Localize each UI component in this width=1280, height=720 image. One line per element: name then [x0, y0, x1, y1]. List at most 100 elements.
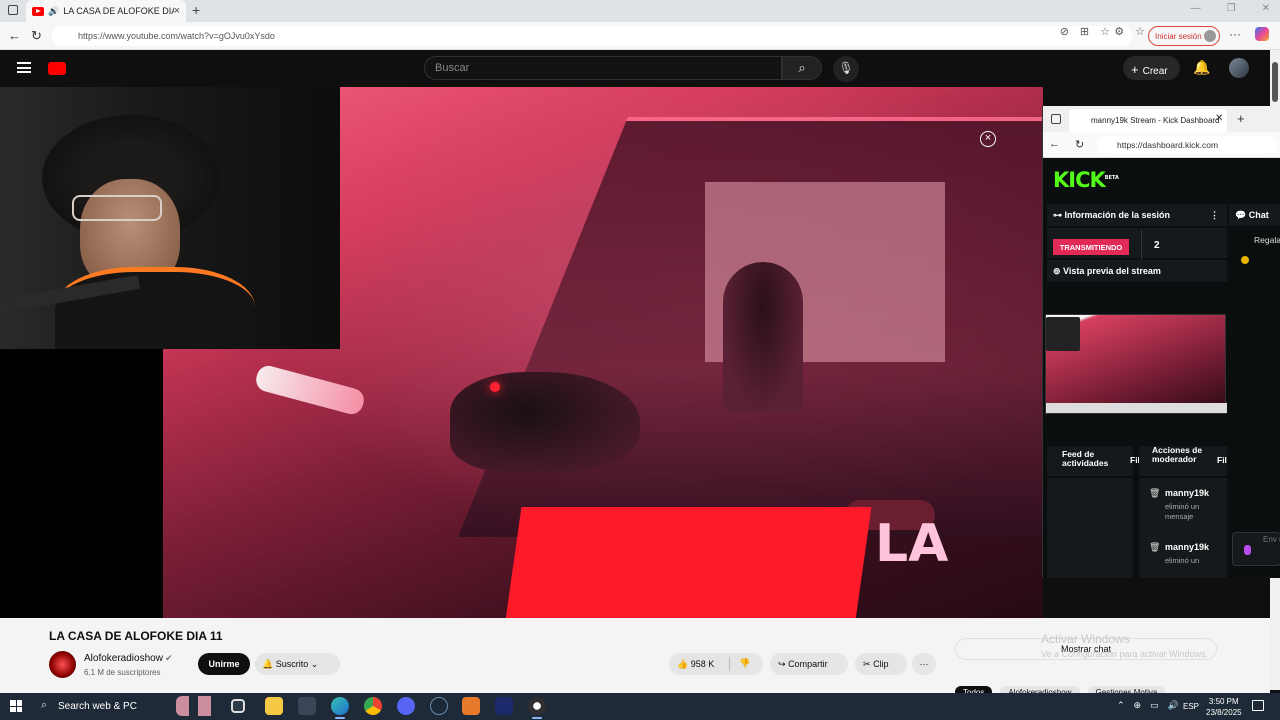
session-info-icon: ⊶ — [1053, 210, 1065, 220]
file-explorer-icon[interactable] — [265, 697, 283, 715]
kick-tab-close-icon[interactable]: ✕ — [1215, 113, 1223, 124]
new-tab-button[interactable]: + — [192, 2, 200, 18]
read-aloud-icon[interactable]: ⊞ — [1080, 25, 1089, 38]
webcam-glasses — [72, 195, 162, 221]
subscribed-label: Suscrito — [275, 659, 309, 669]
channel-name-row[interactable]: Alofokeradioshow ✔ — [84, 653, 172, 664]
tray-app-icon[interactable]: ⊕ — [1134, 700, 1142, 711]
overlay-close-icon[interactable]: × — [980, 131, 996, 147]
tab-actions-icon[interactable] — [1051, 114, 1061, 124]
mod-entry-action: eliminó un mensaje — [1165, 502, 1200, 521]
copilot-icon[interactable] — [1255, 27, 1269, 41]
edge-icon[interactable] — [331, 697, 349, 719]
gift-subs-text: Regala suscri para t posici — [1254, 235, 1280, 245]
browser-menu-icon[interactable]: ··· — [1229, 27, 1241, 41]
chat-body — [1229, 228, 1280, 528]
moderator-filter-button[interactable]: Fil — [1217, 456, 1227, 465]
favorite-star-icon[interactable]: ☆ — [1100, 25, 1110, 38]
chat-mic-icon[interactable] — [1244, 545, 1251, 555]
tray-chevron-up-icon[interactable]: ⌃ — [1117, 700, 1125, 711]
preview-icon: ⊚ — [1053, 266, 1064, 276]
windows-taskbar: ⌕ Search web & PC ⌃ ⊕ ▭ 🔊 ESP 3:50 PM 23… — [0, 693, 1280, 720]
create-label: Crear — [1142, 66, 1168, 77]
kick-beta-badge: BETA — [1104, 175, 1119, 181]
clip-button[interactable]: ✂ Clip — [855, 653, 907, 675]
youtube-favicon-icon — [32, 6, 44, 16]
mod-entry-user[interactable]: manny19k — [1149, 542, 1227, 552]
share-button[interactable]: ↪ Compartir — [770, 653, 848, 675]
tab-youtube[interactable]: 🔊 LA CASA DE ALOFOKE DIA 1 × — [26, 0, 186, 22]
discord-icon[interactable] — [397, 697, 415, 715]
channel-name[interactable]: Alofokeradioshow — [84, 653, 163, 664]
close-window-icon[interactable]: ✕ — [1262, 3, 1270, 14]
app-icon[interactable] — [495, 697, 513, 715]
session-info-header: ⊶ Información de la sesión ⋮ — [1047, 204, 1227, 226]
taskbar-clock[interactable]: 3:50 PM 23/8/2025 — [1206, 696, 1242, 718]
menu-icon[interactable] — [17, 62, 31, 73]
activate-windows-title: Activar Windows — [1041, 632, 1130, 646]
maximize-icon[interactable]: ❐ — [1227, 3, 1236, 14]
youtube-logo-icon[interactable] — [48, 62, 66, 75]
tray-network-icon[interactable]: ▭ — [1150, 700, 1159, 711]
create-button[interactable]: + Crear — [1123, 56, 1180, 80]
back-icon[interactable]: ← — [8, 28, 21, 43]
kick-url-field[interactable]: https://dashboard.kick.com — [1097, 136, 1277, 154]
clock-time: 3:50 PM — [1208, 697, 1239, 706]
mirror-light — [490, 382, 500, 392]
obs-icon[interactable] — [528, 697, 546, 719]
avatar[interactable] — [1229, 58, 1249, 78]
tab-close-icon[interactable]: × — [174, 5, 180, 17]
scrollbar-thumb[interactable] — [1272, 62, 1278, 102]
door-text: LA — [875, 514, 949, 574]
favorites-icon[interactable]: ☆ — [1135, 25, 1145, 38]
signin-button[interactable]: Iniciar sesión — [1148, 26, 1220, 46]
task-view-icon[interactable] — [231, 699, 245, 713]
subscribed-button[interactable]: 🔔 Suscrito ⌄ — [255, 653, 340, 675]
voice-search-button[interactable]: 🎙 — [833, 56, 859, 82]
subscriber-count: 6,1 M de suscriptores — [84, 668, 161, 677]
url-field[interactable]: https://www.youtube.com/watch?v=gOJvu0xY… — [52, 26, 1132, 46]
thumbs-down-icon[interactable]: 👎 — [739, 658, 750, 669]
gift-icon — [1241, 256, 1249, 264]
verified-icon: ✔ — [164, 653, 173, 663]
kick-tab-title[interactable]: manny19k Stream - Kick Dashboard — [1069, 109, 1227, 132]
kick-refresh-icon[interactable]: ↻ — [1075, 138, 1084, 151]
kick-back-icon[interactable]: ← — [1049, 138, 1060, 150]
windows-start-icon[interactable] — [10, 700, 22, 712]
live-status-badge: TRANSMITIENDO — [1053, 239, 1129, 255]
calculator-icon[interactable] — [298, 697, 316, 715]
search-input[interactable]: Buscar — [424, 56, 782, 80]
refresh-icon[interactable]: ↻ — [31, 28, 42, 44]
address-bar-icons: ⊘ ⊞ ☆ — [1060, 25, 1110, 38]
join-button[interactable]: Unirme — [198, 653, 250, 675]
search-button[interactable]: ⌕ — [782, 56, 822, 80]
kick-logo[interactable]: KICKBETA — [1053, 168, 1119, 192]
plus-icon: + — [1131, 62, 1139, 77]
session-menu-icon[interactable]: ⋮ — [1210, 210, 1219, 221]
more-actions-button[interactable]: ··· — [912, 653, 936, 675]
steam-icon[interactable] — [430, 697, 448, 715]
webcam-body — [55, 267, 255, 349]
vlc-icon[interactable] — [462, 697, 480, 715]
notifications-bell-icon[interactable]: 🔔 — [1193, 59, 1210, 76]
mod-entry-user[interactable]: manny19k — [1149, 488, 1227, 498]
chat-input[interactable]: Env un me — [1232, 532, 1280, 566]
minimize-icon[interactable]: — — [1191, 3, 1201, 14]
tab-actions-icon[interactable] — [8, 5, 18, 15]
moderator-actions-label: Acciones de moderador — [1152, 445, 1203, 464]
channel-avatar[interactable] — [49, 651, 76, 678]
door-red-graphic — [504, 507, 872, 618]
like-button[interactable]: 👍 958 K 👎 — [669, 653, 763, 675]
tracking-icon[interactable]: ⊘ — [1060, 25, 1069, 38]
tray-volume-icon[interactable]: 🔊 — [1168, 700, 1179, 711]
notification-center-icon[interactable] — [1252, 700, 1264, 711]
language-indicator[interactable]: ESP — [1183, 702, 1199, 711]
chrome-icon[interactable] — [364, 697, 382, 715]
extensions-icon[interactable]: ⚙ — [1114, 25, 1124, 38]
kick-new-tab-icon[interactable]: + — [1237, 111, 1245, 126]
video-player[interactable]: LA — [0, 87, 1043, 618]
speaker-icon[interactable]: 🔊 — [48, 6, 59, 17]
video-title: LA CASA DE ALOFOKE DIA 11 — [49, 629, 223, 643]
activate-windows-subtitle: Ve a Configuración para activar Windows. — [1041, 649, 1209, 659]
bell-icon: 🔔 — [262, 659, 274, 669]
